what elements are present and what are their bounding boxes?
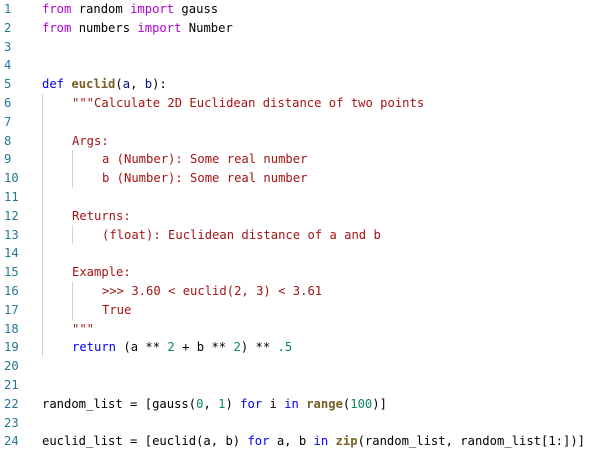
keyword: import bbox=[130, 2, 175, 16]
punct: , bbox=[130, 77, 145, 92]
indent-guide bbox=[72, 225, 73, 244]
expr: + b bbox=[174, 340, 212, 355]
module-name: numbers bbox=[71, 20, 138, 35]
keyword: in bbox=[313, 434, 329, 449]
builtin-function: zip bbox=[335, 434, 358, 449]
code-line-2: from numbers import Number bbox=[42, 19, 233, 38]
code-line-10: b (Number): Some real number bbox=[102, 171, 308, 186]
code-editor[interactable]: 1 2 3 4 5 6 7 8 9 10 11 12 13 14 15 16 1… bbox=[0, 0, 608, 449]
code-line-6: """Calculate 2D Euclidean distance of tw… bbox=[72, 96, 425, 110]
number: 2 bbox=[226, 340, 241, 355]
punct: ( bbox=[115, 77, 123, 92]
code-line-22: random_list = [gauss(0, 1) for i in rang… bbox=[42, 395, 387, 414]
punct: )] bbox=[372, 396, 387, 411]
number: 100 bbox=[350, 396, 373, 411]
expr: ) bbox=[240, 340, 256, 355]
keyword: def bbox=[42, 77, 65, 92]
code-line-9: a (Number): Some real number bbox=[102, 152, 308, 167]
keyword: from bbox=[42, 2, 72, 16]
number: .5 bbox=[270, 340, 293, 355]
code-line-5: def euclid(a, b): bbox=[42, 75, 167, 94]
code-line-8: Args: bbox=[72, 133, 109, 148]
expr: = [gauss( bbox=[122, 396, 197, 411]
function-name: euclid bbox=[71, 77, 116, 92]
keyword: for bbox=[240, 396, 263, 411]
number: 2 bbox=[160, 340, 175, 355]
code-line-18: """ bbox=[72, 321, 95, 336]
code-line-24: euclid_list = [euclid(a, b) for a, b in … bbox=[42, 432, 585, 451]
punct: ) bbox=[225, 396, 241, 411]
builtin-function: range bbox=[306, 396, 343, 411]
identifier: Number bbox=[181, 20, 233, 35]
code-line-1: from random import gauss bbox=[42, 0, 218, 19]
keyword: in bbox=[284, 396, 299, 411]
code-line-17: True bbox=[102, 302, 132, 317]
code-line-16: >>> 3.60 < euclid(2, 3) < 3.61 bbox=[102, 284, 323, 298]
keyword: import bbox=[137, 20, 182, 35]
operator: ** bbox=[255, 340, 271, 355]
expr: = [euclid(a, b) bbox=[122, 434, 248, 449]
variable: random_list bbox=[42, 396, 123, 411]
code-line-12: Returns: bbox=[72, 208, 131, 223]
keyword: return bbox=[72, 340, 117, 355]
punct: , bbox=[203, 396, 219, 411]
parameter: b bbox=[144, 77, 153, 92]
indent-guide bbox=[42, 94, 43, 357]
identifier: gauss bbox=[174, 2, 219, 16]
parameter: a bbox=[122, 77, 131, 92]
module-name: random bbox=[71, 2, 131, 16]
code-line-13: (float): Euclidean distance of a and b bbox=[102, 227, 381, 242]
identifier: i bbox=[262, 396, 285, 411]
identifier: a, b bbox=[269, 434, 314, 449]
code-line-15: Example: bbox=[72, 265, 131, 280]
indent-guide bbox=[72, 282, 73, 320]
keyword: from bbox=[42, 20, 72, 35]
code-area[interactable]: from random import gauss from numbers im… bbox=[0, 0, 608, 449]
operator: ** bbox=[211, 340, 227, 355]
variable: euclid_list bbox=[42, 434, 123, 449]
expr: (random_list, random_list[1:])] bbox=[357, 434, 586, 449]
keyword: for bbox=[247, 434, 270, 449]
punct: ): bbox=[152, 77, 167, 92]
expr: (a bbox=[116, 340, 146, 355]
operator: ** bbox=[145, 340, 161, 355]
code-line-19: return (a ** 2 + b ** 2) ** .5 bbox=[72, 338, 292, 357]
indent-guide bbox=[72, 150, 73, 188]
